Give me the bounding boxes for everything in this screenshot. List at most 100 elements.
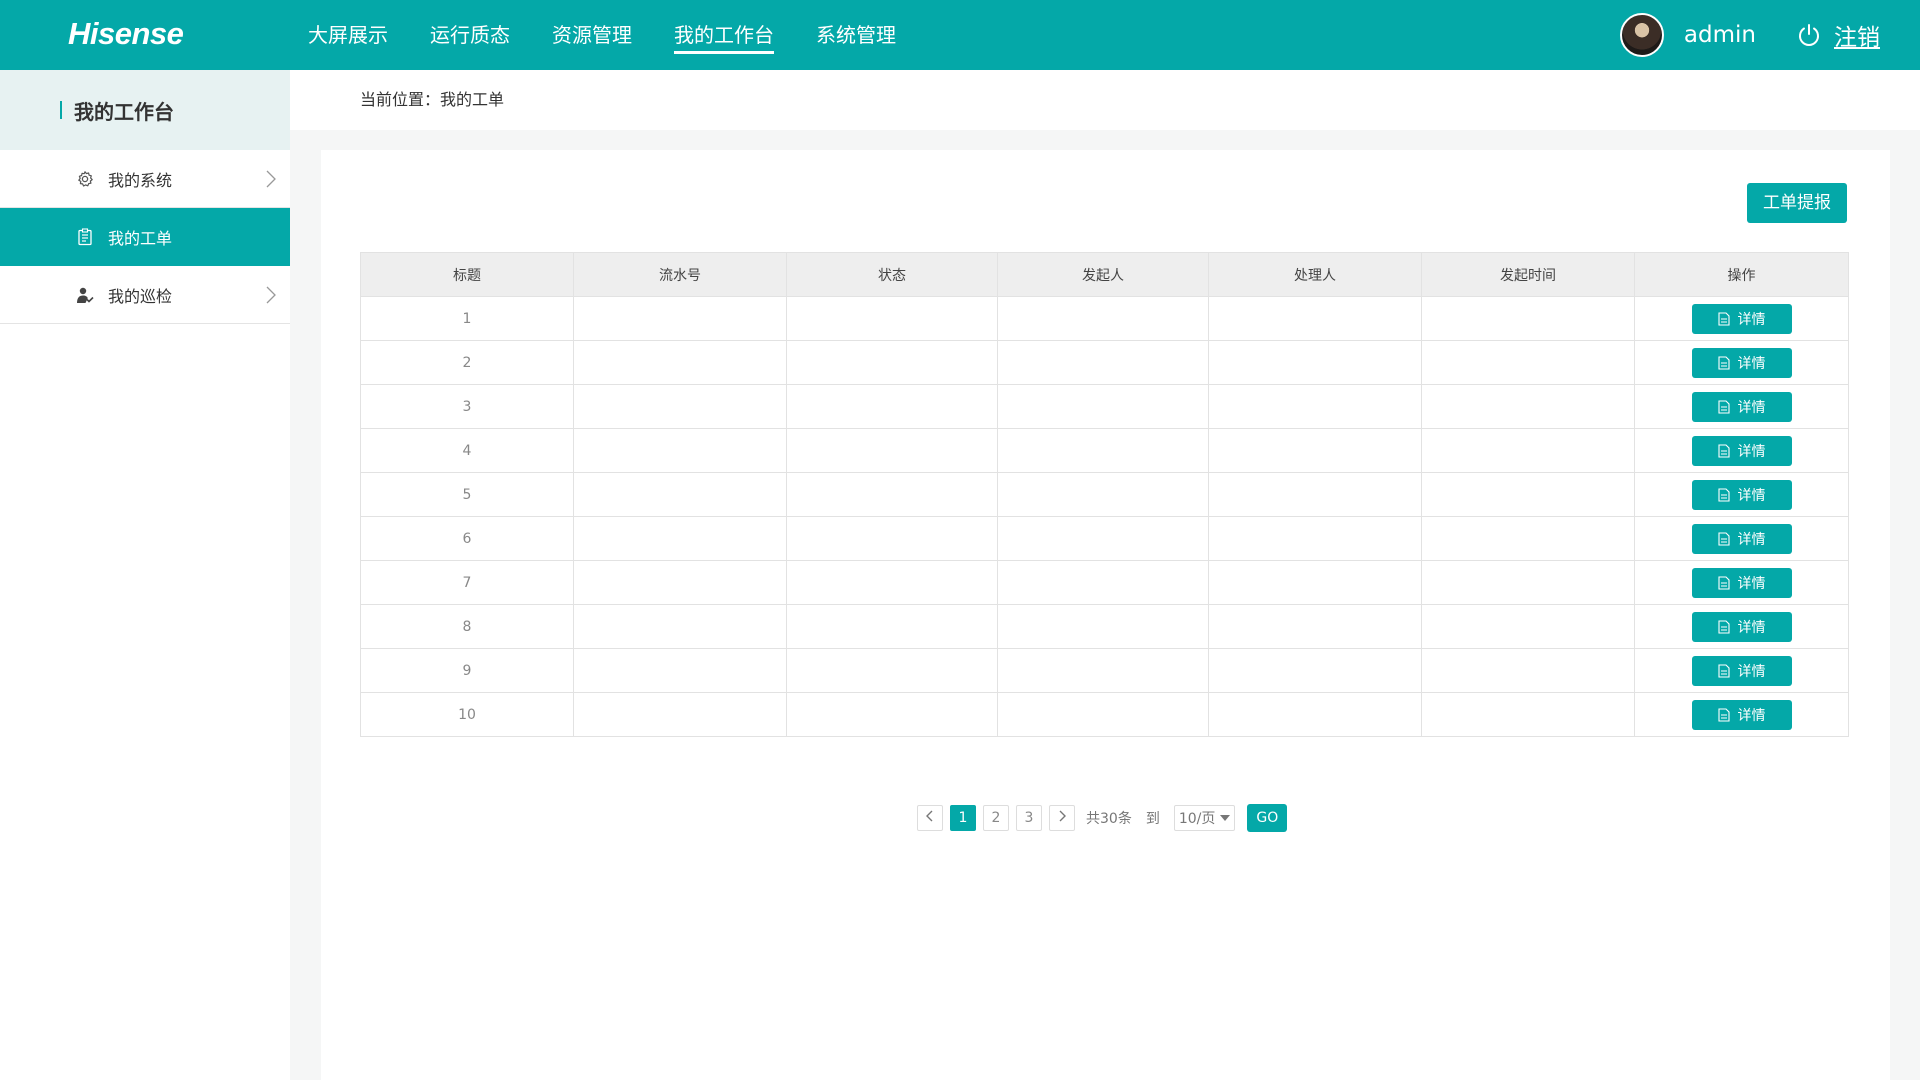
document-icon <box>1717 355 1730 370</box>
nav-item-workbench[interactable]: 我的工作台 <box>674 0 774 70</box>
breadcrumb: 当前位置：我的工单 <box>290 70 1920 130</box>
table-cell-status <box>786 560 998 605</box>
table-cell-time <box>1421 692 1635 737</box>
column-header: 处理人 <box>1208 252 1422 297</box>
detail-button-label: 详情 <box>1737 399 1766 416</box>
table-cell-initiator <box>997 472 1209 517</box>
table-cell-status <box>786 340 998 385</box>
document-icon <box>1717 531 1730 546</box>
table-cell-title: 5 <box>360 472 574 517</box>
brand-logo[interactable]: Hisense <box>68 16 184 52</box>
goto-label: 到 <box>1145 811 1160 827</box>
table-cell-handler <box>1208 340 1422 385</box>
table-cell-title: 3 <box>360 384 574 429</box>
detail-button[interactable]: 详情 <box>1691 479 1792 510</box>
table-cell-title: 1 <box>360 296 574 341</box>
detail-button[interactable]: 详情 <box>1691 611 1792 642</box>
detail-button-label: 详情 <box>1737 487 1766 504</box>
table-row: 4 详情 <box>360 428 1849 473</box>
table-row: 5 详情 <box>360 472 1849 517</box>
table-cell-action: 详情 <box>1634 472 1849 517</box>
page-button-1[interactable]: 1 <box>950 805 976 831</box>
clipboard-icon <box>76 228 94 246</box>
avatar[interactable] <box>1619 13 1664 57</box>
table-cell-initiator <box>997 384 1209 429</box>
sidebar-item-my-inspection[interactable]: 我的巡检 <box>0 266 290 324</box>
table-row: 3 详情 <box>360 384 1849 429</box>
page-size-select[interactable]: 10/页 <box>1173 805 1236 831</box>
table-cell-action: 详情 <box>1634 604 1849 649</box>
sidebar-item-my-workorder[interactable]: 我的工单 <box>0 208 290 266</box>
table-cell-title: 2 <box>360 340 574 385</box>
document-icon <box>1717 619 1730 634</box>
table-cell-initiator <box>997 560 1209 605</box>
table-cell-status <box>786 604 998 649</box>
content-panel: 工单提报 标题 流水号 状态 发起人 处理人 发起时间 操作 1 详情 2 详情 3 详情… <box>321 150 1890 1080</box>
table-cell-serial <box>573 604 787 649</box>
table-cell-action: 详情 <box>1634 648 1849 693</box>
page-button-2[interactable]: 2 <box>983 805 1009 831</box>
table-cell-status <box>786 428 998 473</box>
document-icon <box>1717 487 1730 502</box>
document-icon <box>1717 663 1730 678</box>
top-header: Hisense 大屏展示 运行质态 资源管理 我的工作台 系统管理 admin … <box>0 0 1920 70</box>
power-icon[interactable] <box>1796 22 1822 48</box>
detail-button[interactable]: 详情 <box>1691 567 1792 598</box>
table-cell-status <box>786 648 998 693</box>
table-cell-action: 详情 <box>1634 296 1849 341</box>
detail-button[interactable]: 详情 <box>1691 391 1792 422</box>
workorder-table: 标题 流水号 状态 发起人 处理人 发起时间 操作 1 详情 2 详情 3 详情 4 详情 5 详… <box>360 252 1849 737</box>
column-header: 操作 <box>1634 252 1849 297</box>
nav-item-run-quality[interactable]: 运行质态 <box>430 0 510 70</box>
detail-button[interactable]: 详情 <box>1691 435 1792 466</box>
table-cell-handler <box>1208 560 1422 605</box>
detail-button[interactable]: 详情 <box>1691 699 1792 730</box>
sidebar-item-my-system[interactable]: 我的系统 <box>0 150 290 208</box>
page-button-3[interactable]: 3 <box>1016 805 1042 831</box>
column-header: 流水号 <box>573 252 787 297</box>
table-cell-time <box>1421 384 1635 429</box>
username: admin <box>1683 22 1756 48</box>
document-icon <box>1717 311 1730 326</box>
nav-item-system[interactable]: 系统管理 <box>816 0 896 70</box>
table-cell-time <box>1421 472 1635 517</box>
detail-button[interactable]: 详情 <box>1691 303 1792 334</box>
document-icon <box>1717 443 1730 458</box>
table-cell-time <box>1421 648 1635 693</box>
table-cell-time <box>1421 516 1635 561</box>
logout-link[interactable]: 注销 <box>1834 18 1880 52</box>
table-cell-title: 8 <box>360 604 574 649</box>
sidebar: 我的工作台 我的系统 我的工单 我的巡检 <box>0 70 290 1080</box>
table-cell-initiator <box>997 340 1209 385</box>
table-cell-time <box>1421 428 1635 473</box>
chevron-left-icon <box>925 810 935 826</box>
table-cell-action: 详情 <box>1634 384 1849 429</box>
page-size-value: 10/页 <box>1178 811 1216 827</box>
prev-page-button[interactable] <box>917 805 943 831</box>
column-header: 标题 <box>360 252 574 297</box>
detail-button-label: 详情 <box>1737 311 1766 328</box>
nav-item-resource[interactable]: 资源管理 <box>552 0 632 70</box>
table-cell-time <box>1421 296 1635 341</box>
main-nav: 大屏展示 运行质态 资源管理 我的工作台 系统管理 <box>308 0 938 70</box>
table-cell-initiator <box>997 296 1209 341</box>
detail-button-label: 详情 <box>1737 619 1766 636</box>
submit-workorder-button[interactable]: 工单提报 <box>1747 183 1847 223</box>
detail-button[interactable]: 详情 <box>1691 347 1792 378</box>
go-button[interactable]: GO <box>1247 804 1288 832</box>
table-cell-serial <box>573 296 787 341</box>
detail-button[interactable]: 详情 <box>1691 655 1792 686</box>
sidebar-header-accent <box>60 101 62 119</box>
table-cell-handler <box>1208 296 1422 341</box>
table-cell-title: 4 <box>360 428 574 473</box>
nav-item-big-screen[interactable]: 大屏展示 <box>308 0 388 70</box>
detail-button[interactable]: 详情 <box>1691 523 1792 554</box>
sidebar-item-label: 我的工单 <box>108 229 173 248</box>
next-page-button[interactable] <box>1049 805 1075 831</box>
detail-button-label: 详情 <box>1737 443 1766 460</box>
document-icon <box>1717 399 1730 414</box>
table-cell-serial <box>573 472 787 517</box>
table-cell-status <box>786 296 998 341</box>
table-cell-initiator <box>997 692 1209 737</box>
table-cell-handler <box>1208 428 1422 473</box>
